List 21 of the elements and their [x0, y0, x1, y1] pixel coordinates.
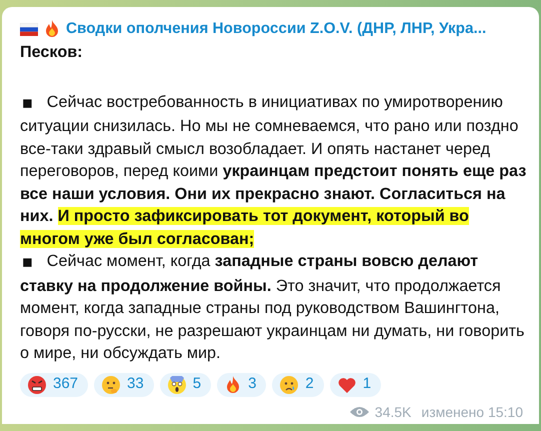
message-paragraph: ◼ Сейчас востребованность в инициативах по умиротворению ситуации снизилась. Но мы не сомневаемся, что рано или поздно все-таки здравый смысл возобладает. И опять настанет черед переговоров, перед коими украинцам предстоит понять еще раз все наши условия. Они их прекрасно знают. Согласиться на них. И просто зафиксировать тот документ, который во многом уже был согласован;	[20, 92, 527, 250]
russian-flag-icon	[20, 22, 38, 36]
reaction-chip[interactable]: 3	[217, 372, 266, 396]
eye-icon	[350, 406, 369, 418]
heart-icon	[338, 376, 356, 392]
fire-icon	[225, 376, 242, 394]
reaction-chip[interactable]: 367	[20, 372, 88, 396]
thinking-face-icon	[102, 376, 120, 394]
crying-face-icon	[280, 376, 298, 394]
reaction-chip[interactable]: 5	[160, 372, 212, 396]
reaction-chip[interactable]: 1	[330, 372, 382, 396]
reaction-chip[interactable]: 2	[272, 372, 324, 396]
message-paragraph: ◼ Сейчас момент, когда западные страны вовсю делают ставку на продолжение войны. Это значит, что продолжается момент, когда западные страны под руководством Вашингтона, говоря по-русски, не разрешают украинцам ни думать, ни говорить о мире, ни обсуждать мир.	[20, 251, 526, 364]
channel-name[interactable]: Сводки ополчения Новороссии Z.O.V. (ДНР, ЛНР, Укра...	[66, 18, 486, 40]
reaction-chip[interactable]: 33	[94, 372, 154, 396]
view-count: 34.5K	[374, 402, 412, 422]
message-heading: Песков:	[20, 42, 84, 63]
fire-icon	[44, 20, 60, 38]
screaming-face-icon	[168, 376, 186, 394]
angry-face-icon	[28, 376, 46, 394]
edited-time: изменено 15:10	[421, 402, 523, 422]
